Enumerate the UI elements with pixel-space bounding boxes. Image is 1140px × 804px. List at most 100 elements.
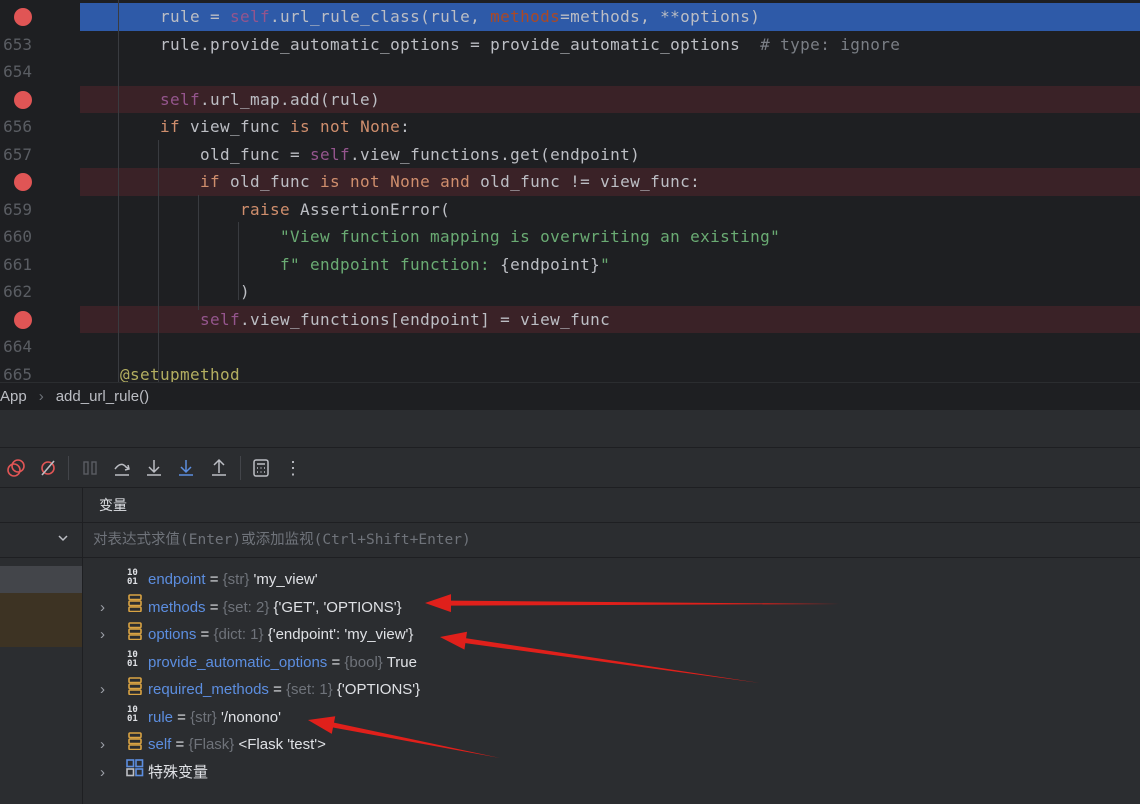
- code-token: self: [200, 309, 241, 329]
- mute-breakpoints-icon[interactable]: [36, 456, 60, 480]
- line-number: 660: [3, 227, 32, 246]
- variable-name: options: [148, 626, 197, 643]
- toolbar-divider: [68, 456, 69, 480]
- code-text: self.url_map.add(rule): [80, 85, 1140, 113]
- code-token: {endpoint}: [500, 254, 601, 274]
- chevron-right-icon[interactable]: ›: [100, 621, 126, 648]
- variable-value: {'endpoint': 'my_view'}: [267, 626, 414, 643]
- variable-row[interactable]: › 特殊变量: [100, 759, 208, 786]
- variable-row[interactable]: 10 01 rule = {str} '/nonono': [100, 704, 281, 731]
- code-text: old_func = self.view_functions.get(endpo…: [80, 141, 1140, 169]
- pause-icon[interactable]: [78, 456, 102, 480]
- line-number: 665: [3, 364, 32, 383]
- primitive-icon: 10 01: [126, 704, 148, 731]
- variable-name: methods: [148, 598, 206, 616]
- code-line[interactable]: 656 if view_func is not None:: [0, 113, 1140, 141]
- code-line[interactable]: 664: [0, 333, 1140, 361]
- code-line[interactable]: 662): [0, 278, 1140, 306]
- variable-value: True: [386, 653, 417, 671]
- code-token: is not None and: [320, 172, 481, 191]
- variable-row[interactable]: 10 01 provide_automatic_options = {bool} T…: [100, 649, 417, 676]
- code-token: if: [200, 172, 231, 191]
- code-line[interactable]: 661 f" endpoint function: {endpoint}": [0, 251, 1140, 279]
- frame-item-selected[interactable]: [0, 566, 82, 593]
- code-line[interactable]: rule = self.url_rule_class(rule, methods…: [0, 3, 1140, 31]
- chevron-right-icon[interactable]: ›: [100, 594, 126, 621]
- breakpoint-icon[interactable]: [14, 8, 32, 26]
- chevron-right-icon[interactable]: ›: [100, 676, 126, 703]
- code-line[interactable]: self.view_functions[endpoint] = view_fun…: [0, 305, 1140, 333]
- code-line[interactable]: 653 rule.provide_automatic_options = prov…: [0, 31, 1140, 59]
- code-text: if old_func is not None and old_func != …: [80, 168, 1140, 196]
- variable-name: provide_automatic_options: [148, 653, 328, 671]
- variable-row[interactable]: › options = {dict: 1} {'endpoint': 'my_vi…: [100, 621, 413, 648]
- frame-item-highlight[interactable]: [0, 593, 82, 647]
- step-into-icon[interactable]: [142, 456, 166, 480]
- code-token: self: [230, 7, 271, 26]
- code-line[interactable]: self.url_map.add(rule): [0, 85, 1140, 113]
- svg-text:01: 01: [127, 659, 138, 667]
- breadcrumb-class[interactable]: App: [0, 388, 27, 405]
- variable-row[interactable]: 10 01 endpoint = {str} 'my_view': [100, 566, 318, 593]
- line-number: 664: [3, 337, 32, 356]
- code-token: old_func =: [200, 144, 311, 164]
- variable-row[interactable]: › methods = {set: 2} {'GET', 'OPTIONS'}: [100, 594, 402, 621]
- indent-guide: [118, 0, 119, 382]
- svg-text:01: 01: [127, 577, 138, 585]
- breadcrumb: App › add_url_rule(): [0, 382, 1140, 410]
- indent-guide: [198, 195, 199, 310]
- line-number: 653: [3, 34, 32, 54]
- step-out-icon[interactable]: [207, 456, 231, 480]
- breakpoint-icon[interactable]: [14, 310, 32, 329]
- variables-tab[interactable]: 变量: [99, 488, 127, 522]
- code-line[interactable]: 659 raise AssertionError(: [0, 196, 1140, 224]
- code-line[interactable]: 660 "View function mapping is overwriting…: [0, 223, 1140, 251]
- evaluate-expression-icon[interactable]: [249, 456, 273, 480]
- chevron-down-icon[interactable]: [56, 531, 70, 548]
- toolbar-divider: [240, 456, 241, 480]
- chevron-right-icon[interactable]: ›: [100, 731, 126, 758]
- more-icon[interactable]: ⋮: [281, 456, 305, 480]
- line-number: 656: [3, 117, 32, 136]
- variable-name: required_methods: [148, 681, 269, 698]
- collection-icon: [126, 676, 148, 704]
- view-breakpoints-icon[interactable]: [4, 456, 28, 480]
- code-line[interactable]: 654: [0, 58, 1140, 86]
- code-token: self: [310, 144, 351, 164]
- primitive-icon: 10 01: [126, 567, 148, 594]
- primitive-icon: 10 01: [126, 649, 148, 676]
- code-token: methods: [490, 7, 561, 26]
- svg-text:01: 01: [127, 714, 138, 722]
- code-line[interactable]: 665 @setupmethod: [0, 361, 1140, 383]
- step-over-icon[interactable]: [110, 456, 134, 480]
- code-token: =methods, **options): [560, 7, 761, 26]
- variable-row[interactable]: › self = {Flask} <Flask 'test'>: [100, 731, 326, 758]
- breadcrumb-method[interactable]: add_url_rule(): [56, 388, 149, 405]
- collection-icon: [126, 594, 148, 621]
- code-token: rule =: [160, 7, 231, 26]
- chevron-right-icon[interactable]: ›: [100, 759, 126, 786]
- code-editor[interactable]: rule = self.url_rule_class(rule, methods…: [0, 0, 1140, 382]
- step-into-my-code-icon[interactable]: [174, 456, 198, 480]
- code-token: "View function mapping is overwriting an…: [280, 227, 781, 246]
- line-number: 659: [3, 199, 32, 219]
- indent-guide: [158, 140, 159, 382]
- code-token: raise: [240, 199, 301, 219]
- evaluate-row: [0, 522, 1140, 558]
- variable-row[interactable]: › required_methods = {set: 1} {'OPTIONS'}: [100, 676, 420, 703]
- breakpoint-icon[interactable]: [14, 173, 32, 191]
- code-text: self.view_functions[endpoint] = view_fun…: [80, 305, 1140, 333]
- code-line[interactable]: 657 old_func = self.view_functions.get(en…: [0, 141, 1140, 169]
- variable-type: {str}: [190, 708, 221, 726]
- variable-type: {set: 1}: [286, 681, 337, 698]
- code-line[interactable]: if old_func is not None and old_func != …: [0, 168, 1140, 196]
- code-text: f" endpoint function: {endpoint}": [80, 251, 1140, 279]
- code-text: raise AssertionError(: [80, 196, 1140, 224]
- breakpoint-icon[interactable]: [14, 90, 32, 109]
- variable-type: {Flask}: [188, 736, 239, 753]
- code-token: is not None: [290, 117, 401, 136]
- code-token: old_func: [230, 172, 321, 191]
- evaluate-expression-input[interactable]: [83, 523, 1140, 557]
